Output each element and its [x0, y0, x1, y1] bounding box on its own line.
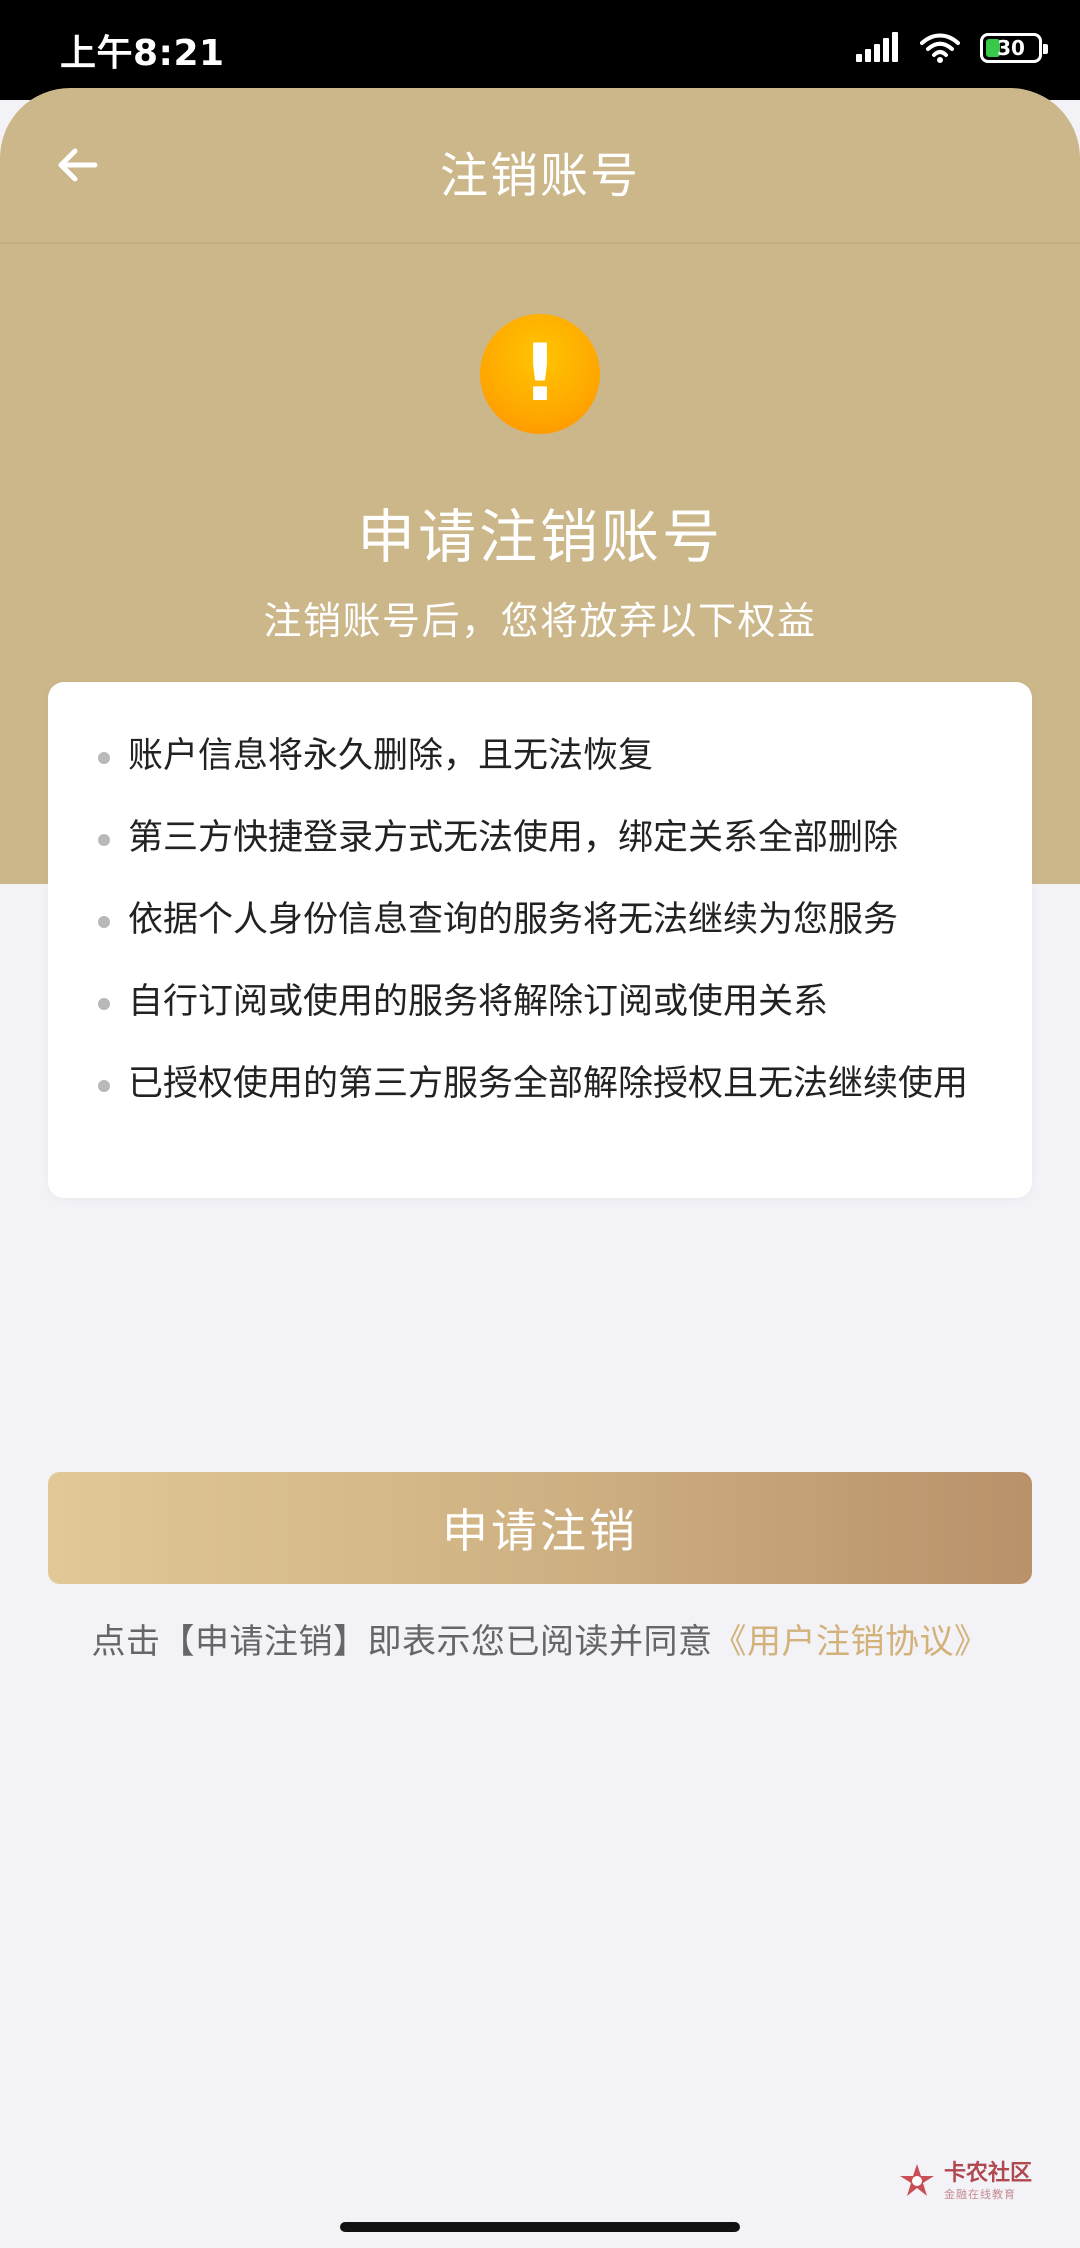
kanong-logo-icon [900, 2164, 934, 2196]
agreement-prefix: 点击【申请注销】即表示您已阅读并同意 [91, 1622, 713, 1662]
home-indicator[interactable] [340, 2222, 740, 2232]
agreement-notice: 点击【申请注销】即表示您已阅读并同意《用户注销协议》 [0, 1614, 1080, 1663]
wifi-icon [920, 33, 960, 63]
page-title: 注销账号 [439, 148, 640, 204]
hero-title: 申请注销账号 [356, 503, 723, 571]
benefit-item: 自行订阅或使用的服务将解除订阅或使用关系 [88, 974, 984, 1030]
battery-icon: 30 [980, 33, 1048, 63]
battery-level: 30 [997, 36, 1025, 60]
benefits-card: 账户信息将永久删除，且无法恢复 第三方快捷登录方式无法使用，绑定关系全部删除 依… [48, 682, 1032, 1198]
signal-icon [856, 32, 900, 64]
hero-subtitle: 注销账号后，您将放弃以下权益 [263, 599, 817, 643]
warning-icon: ! [480, 314, 600, 434]
watermark: 卡农社区 金融在线教育 [898, 2158, 1048, 2204]
benefit-item: 第三方快捷登录方式无法使用，绑定关系全部删除 [88, 810, 984, 866]
status-icons: 30 [856, 26, 1048, 70]
benefit-item: 依据个人身份信息查询的服务将无法继续为您服务 [88, 892, 984, 948]
benefit-item: 已授权使用的第三方服务全部解除授权且无法继续使用 [88, 1056, 984, 1112]
user-cancellation-agreement-link[interactable]: 《用户注销协议》 [713, 1622, 989, 1662]
watermark-sub: 金融在线教育 [944, 2187, 1016, 2201]
apply-cancellation-button[interactable]: 申请注销 [48, 1472, 1032, 1584]
watermark-main: 卡农社区 [944, 2160, 1033, 2186]
status-time: 上午8:21 [60, 33, 225, 74]
benefit-item: 账户信息将永久删除，且无法恢复 [88, 728, 984, 784]
status-bar: 上午8:21 30 [0, 0, 1080, 100]
nav-bar: 注销账号 [0, 88, 1080, 244]
watermark-text: 卡农社区 金融在线教育 [944, 2160, 1033, 2201]
